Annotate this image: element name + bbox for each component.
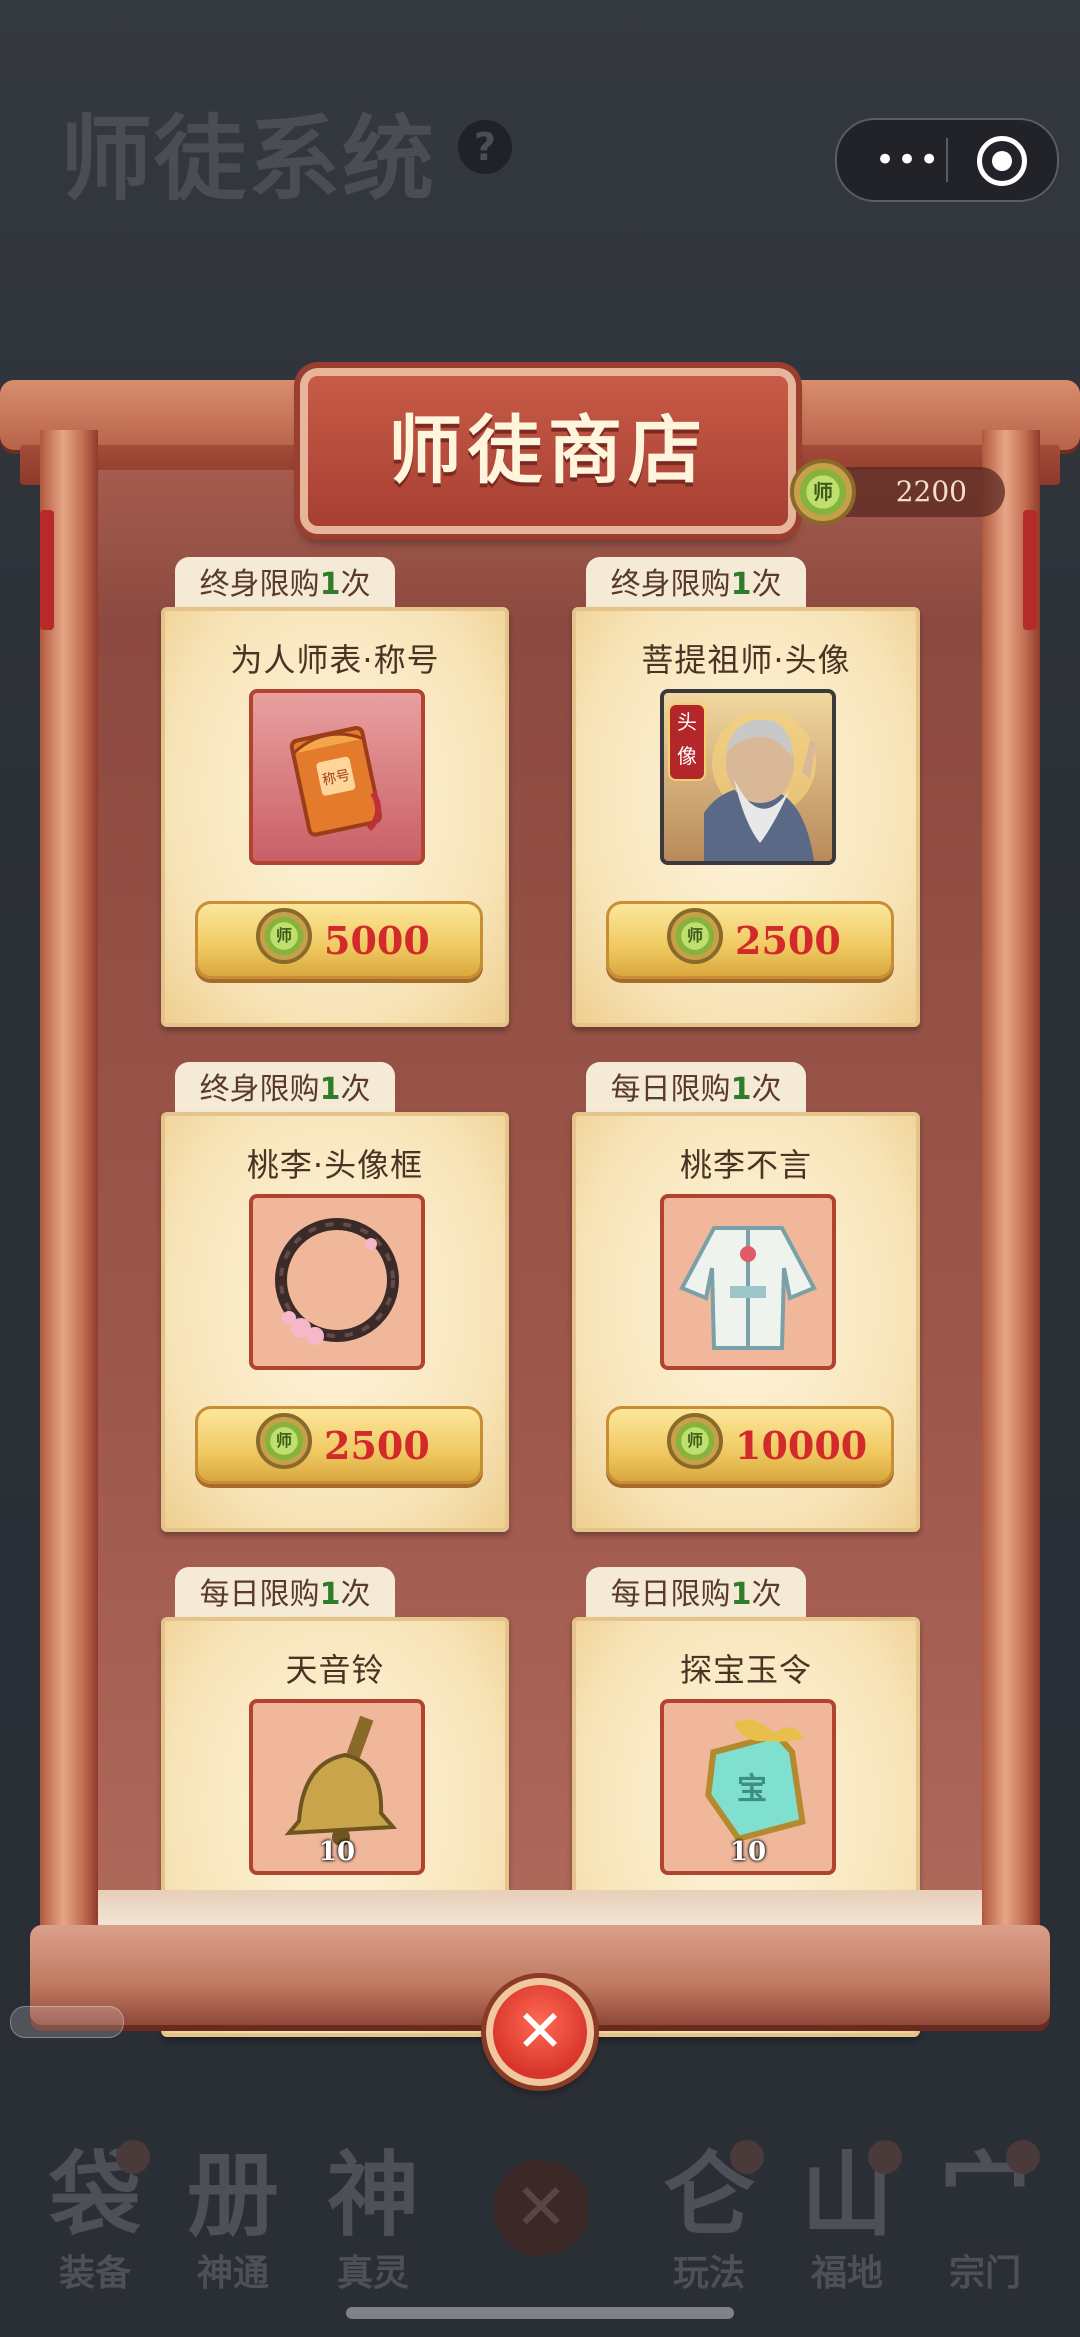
notification-badge	[730, 2140, 764, 2174]
mini-program-capsule: •••	[835, 118, 1059, 202]
item-price: 2500	[324, 1423, 430, 1468]
avatar-tag: 头像	[668, 703, 706, 781]
card-body: 菩提祖师·头像 头像 师 2500	[572, 607, 920, 1027]
buy-button[interactable]: 师 2500	[606, 901, 894, 979]
nav-item-gameplay: 仑 玩法	[654, 2140, 764, 2296]
nav-item-blessed-land: 山 福地	[792, 2140, 902, 2296]
drag-handle[interactable]	[10, 2006, 124, 2038]
purchase-limit-tab: 每日限购1次	[586, 1567, 806, 1621]
costume-robe-icon	[679, 1226, 817, 1350]
purchase-limit-tab: 每日限购1次	[586, 1062, 806, 1116]
item-name: 桃李不言	[679, 1146, 812, 1184]
master-coin-icon: 师	[790, 459, 856, 525]
nav-item-spirit: 神 真灵	[318, 2140, 428, 2296]
help-icon: ?	[458, 120, 512, 174]
frame-right-pillar	[982, 430, 1040, 1950]
shop-title-plaque: 师徒商店	[300, 368, 796, 534]
card-body: 桃李不言 师 10000	[572, 1112, 920, 1532]
purchase-limit-tab: 每日限购1次	[175, 1567, 395, 1621]
card-body: 桃李·头像框 师 2500	[161, 1112, 509, 1532]
item-price: 5000	[324, 918, 430, 963]
purchase-limit-tab: 终身限购1次	[586, 557, 806, 611]
currency-balance: 师 2200	[790, 459, 1005, 525]
balance-value: 2200	[895, 475, 967, 508]
purchase-limit-tab: 终身限购1次	[175, 1062, 395, 1116]
item-slot[interactable]	[660, 1194, 836, 1370]
scroll-fade-edge	[98, 1890, 982, 1930]
item-slot[interactable]	[249, 1194, 425, 1370]
shop-item-card[interactable]: 每日限购1次 桃李不言 师 10000	[572, 1062, 920, 1532]
item-price: 2500	[735, 918, 841, 963]
home-indicator	[346, 2307, 734, 2319]
spirit-icon: 神	[326, 2141, 419, 2249]
purchase-limit-tab: 终身限购1次	[175, 557, 395, 611]
buy-button[interactable]: 师 2500	[195, 1406, 483, 1484]
item-price: 10000	[735, 1423, 868, 1468]
skills-icon: 册	[186, 2141, 279, 2249]
shop-title: 师徒商店	[388, 408, 708, 494]
item-name: 天音铃	[285, 1651, 385, 1689]
master-coin-icon: 师	[256, 1413, 312, 1469]
notification-badge	[868, 2140, 902, 2174]
item-name: 探宝玉令	[679, 1651, 812, 1689]
background-page-title: 师徒系统	[60, 105, 437, 213]
right-tassel	[1023, 510, 1037, 630]
item-slot[interactable]: 头像	[660, 689, 836, 865]
item-quantity: 10	[729, 1837, 767, 1867]
item-slot[interactable]: 称号	[249, 689, 425, 865]
master-coin-icon: 师	[667, 1413, 723, 1469]
shop-item-card[interactable]: 终身限购1次 桃李·头像框 师 2500	[161, 1062, 509, 1532]
title-envelope-icon: 称号	[289, 726, 382, 837]
master-coin-icon: 师	[256, 908, 312, 964]
background-close-icon: ✕	[493, 2160, 589, 2256]
item-name: 为人师表·称号	[230, 641, 440, 679]
buy-button[interactable]: 师 5000	[195, 901, 483, 979]
shop-item-card[interactable]: 终身限购1次 菩提祖师·头像 头像 师 2500	[572, 557, 920, 1027]
item-slot[interactable]: 10	[249, 1699, 425, 1875]
notification-badge	[1006, 2140, 1040, 2174]
frame-left-pillar	[40, 430, 98, 1950]
more-icon[interactable]: •••	[875, 142, 941, 178]
card-body: 为人师表·称号 称号 师 5000	[161, 607, 509, 1027]
left-tassel	[40, 510, 54, 630]
shop-item-card[interactable]: 终身限购1次 为人师表·称号 称号 师 5000	[161, 557, 509, 1027]
notification-badge	[116, 2140, 150, 2174]
nav-item-sect: 宀 宗门	[930, 2140, 1040, 2296]
master-coin-icon: 师	[667, 908, 723, 964]
item-slot[interactable]: 宝 10	[660, 1699, 836, 1875]
nav-item-equipment: 袋 装备	[40, 2140, 150, 2296]
nav-item-skills: 册 神通	[178, 2140, 288, 2296]
item-quantity: 10	[318, 1837, 356, 1867]
svg-text:宝: 宝	[737, 1772, 767, 1807]
close-miniprogram-icon[interactable]	[977, 136, 1027, 186]
buy-button[interactable]: 师 10000	[606, 1406, 894, 1484]
capsule-divider	[946, 138, 948, 182]
avatar-frame-icon	[275, 1218, 399, 1345]
item-name: 桃李·头像框	[246, 1146, 424, 1184]
close-button[interactable]: ✕	[486, 1978, 594, 2086]
item-name: 菩提祖师·头像	[641, 641, 851, 679]
